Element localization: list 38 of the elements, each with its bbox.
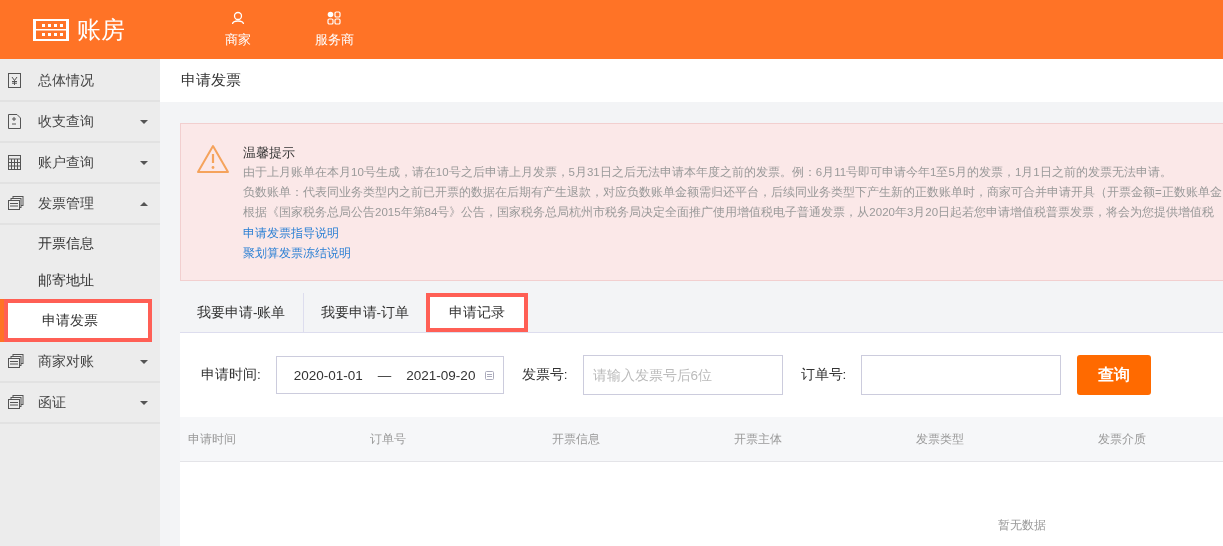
column-header: 开票主体	[734, 430, 783, 448]
column-header: 订单号	[370, 430, 407, 448]
logo-text: 账房	[77, 14, 125, 45]
yen-icon	[8, 73, 24, 88]
field-label: 发票号:	[521, 366, 568, 384]
column-header: 开票信息	[552, 430, 601, 448]
warning-icon	[196, 144, 230, 174]
notice-text: 根据《国家税务总局公告2015年第84号》公告，国家税务总局杭州市税务局决定全面推广使用增值税电子普通发票，从2020年3月20日起若您申请增值税普票发票，将会为您提供增值税	[243, 205, 1216, 220]
column-header: 发票类型	[916, 430, 965, 448]
calendar-icon	[485, 370, 495, 380]
notice-text: 负数账单：代表同业务类型内之前已开票的数据在后期有产生退款，对应负数账单金额需归还平台，后续同业务类型下产生新的正数账单时，商家可合并申请开具（开票金额=正数账单金	[243, 185, 1222, 200]
page-title: 申请发票	[181, 71, 241, 90]
stacked-cards-icon	[8, 354, 24, 369]
invoice-number-field[interactable]: 请输入发票号后6位	[582, 355, 783, 395]
abacus-icon	[33, 17, 69, 42]
date-range-field[interactable]: 2020-01-01 — 2021-09-20	[275, 356, 504, 394]
column-header: 发票介质	[1098, 430, 1147, 448]
notice-title: 温馨提示	[243, 144, 296, 162]
person-icon	[231, 10, 245, 25]
tab[interactable]: 我要申请-账单	[180, 293, 304, 332]
sidebar-subitem[interactable]: 申请发票	[4, 299, 152, 342]
active-indicator	[0, 299, 4, 342]
calculator-icon	[8, 155, 24, 170]
stacked-cards-icon	[8, 196, 24, 211]
help-link[interactable]: 申请发票指导说明	[243, 227, 339, 239]
field-label: 申请时间:	[201, 366, 261, 384]
grid-icon	[327, 10, 341, 25]
tab[interactable]: 申请记录	[426, 293, 528, 332]
column-header: 申请时间	[188, 430, 237, 448]
document-icon	[8, 114, 24, 129]
field-label: 订单号:	[800, 366, 847, 384]
notice-text: 由于上月账单在本月10号生成，请在10号之后申请上月发票，5月31日之后无法申请本年度之前的发票。例：6月11号即可申请今年1至5月的发票，1月1日之前的发票无法申请。	[243, 165, 1173, 180]
empty-message: 暂无数据	[998, 517, 1046, 534]
stacked-cards-icon	[8, 395, 24, 410]
help-link[interactable]: 聚划算发票冻结说明	[243, 247, 351, 259]
order-number-field[interactable]	[861, 355, 1062, 395]
sidebar-subitem[interactable]: 开票信息	[0, 225, 160, 262]
sidebar-subitem[interactable]: 邮寄地址	[0, 262, 160, 299]
